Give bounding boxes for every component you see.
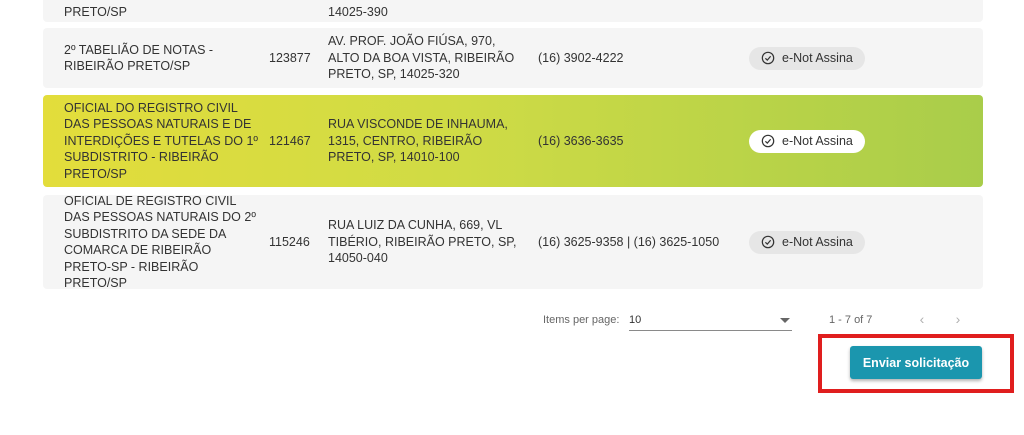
row-name: PRETO/SP — [64, 4, 127, 19]
check-circle-icon — [761, 235, 775, 249]
chevron-left-icon[interactable]: ‹ — [912, 309, 932, 329]
table-row-selected[interactable]: OFICIAL DO REGISTRO CIVIL DAS PESSOAS NA… — [43, 95, 983, 187]
row-phone: (16) 3902-4222 — [538, 50, 624, 65]
badge-cell: e-Not Assina — [749, 195, 909, 289]
row-address: RUA LUIZ DA CUNHA, 669, VL TIBÉRIO, RIBE… — [328, 218, 517, 266]
badge-label: e-Not Assina — [782, 234, 853, 249]
badge-cell: e-Not Assina — [749, 28, 909, 88]
page-range-label: 1 - 7 of 7 — [829, 314, 873, 326]
enot-assina-badge: e-Not Assina — [749, 230, 865, 254]
enot-assina-badge: e-Not Assina — [749, 129, 865, 153]
row-name: OFICIAL DO REGISTRO CIVIL DAS PESSOAS NA… — [64, 100, 258, 181]
row-address: 14025-390 — [328, 4, 388, 19]
annotation-highlight-box — [818, 334, 1014, 393]
row-address: AV. PROF. JOÃO FIÚSA, 970, ALTO DA BOA V… — [328, 34, 515, 82]
items-per-page-label: Items per page: — [543, 314, 620, 326]
paginator: Items per page: 10 1 - 7 of 7 ‹ › — [0, 308, 1024, 332]
row-code: 115246 — [269, 234, 310, 249]
check-circle-icon — [761, 51, 775, 65]
table-row[interactable]: 2º TABELIÃO DE NOTAS - RIBEIRÃO PRETO/SP… — [43, 28, 983, 88]
badge-label: e-Not Assina — [782, 133, 853, 148]
row-address: RUA VISCONDE DE INHAUMA, 1315, CENTRO, R… — [328, 117, 508, 165]
row-name: OFICIAL DE REGISTRO CIVIL DAS PESSOAS NA… — [64, 193, 256, 291]
items-per-page-value: 10 — [629, 314, 642, 326]
check-circle-icon — [761, 134, 775, 148]
row-name: 2º TABELIÃO DE NOTAS - RIBEIRÃO PRETO/SP — [64, 42, 214, 74]
table-row[interactable]: PRETO/SP 14025-390 — [43, 0, 983, 22]
items-per-page-select[interactable]: 10 — [629, 310, 792, 331]
enot-assina-badge: e-Not Assina — [749, 46, 865, 70]
chevron-right-icon[interactable]: › — [948, 309, 968, 329]
row-code: 123877 — [269, 50, 311, 65]
badge-cell: e-Not Assina — [749, 95, 909, 187]
row-phone: (16) 3636-3635 — [538, 133, 624, 148]
badge-label: e-Not Assina — [782, 50, 853, 65]
row-phone: (16) 3625-9358 | (16) 3625-1050 — [538, 234, 720, 249]
dropdown-arrow-icon — [780, 318, 790, 323]
table-row[interactable]: OFICIAL DE REGISTRO CIVIL DAS PESSOAS NA… — [43, 193, 983, 291]
row-code: 121467 — [269, 133, 311, 148]
